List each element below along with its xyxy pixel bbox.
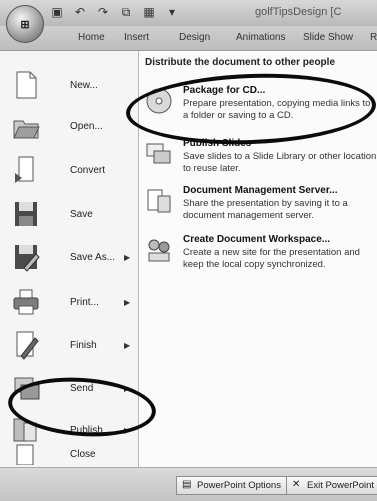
ribbon-tabs: Home Insert Design Animations Slide Show…	[0, 26, 377, 51]
options-icon: ▤	[182, 479, 192, 490]
menu-item-label: Publish	[70, 424, 103, 436]
menu-item-open[interactable]: Open...	[0, 104, 138, 148]
tab-insert[interactable]: Insert	[124, 32, 149, 43]
menu-item-close[interactable]: Close	[0, 441, 138, 467]
option-description: Prepare presentation, copying media link…	[183, 98, 371, 121]
menu-item-label: Finish	[70, 339, 97, 351]
option-title: Create Document Workspace...	[183, 234, 331, 245]
office-menu: New... Open... Convert Save Save As... ▶…	[0, 51, 377, 467]
submenu-arrow-icon: ▶	[124, 383, 131, 393]
tab-animations[interactable]: Animations	[236, 32, 285, 43]
publish-submenu: Distribute the document to other people …	[139, 51, 377, 467]
powerpoint-options-label: PowerPoint Options	[197, 480, 281, 491]
option-description: Share the presentation by saving it to a…	[183, 198, 348, 221]
menu-item-send[interactable]: Send ▶	[0, 366, 138, 410]
menu-item-print[interactable]: Print... ▶	[0, 280, 138, 324]
exit-x-icon: ✕	[292, 479, 301, 490]
slides-icon[interactable]: ⧉	[119, 5, 133, 19]
submenu-arrow-icon: ▶	[124, 297, 131, 307]
submenu-arrow-icon: ▶	[124, 425, 131, 435]
menu-item-label: New...	[70, 79, 98, 91]
tab-design[interactable]: Design	[179, 32, 210, 43]
workspace-icon	[148, 239, 170, 262]
option-document-management-server[interactable]: Document Management Server... Share the …	[145, 185, 377, 231]
menu-item-finish[interactable]: Finish ▶	[0, 323, 138, 367]
save-disk-icon	[15, 202, 37, 226]
option-publish-slides[interactable]: Publish Slides Save slides to a Slide Li…	[145, 138, 377, 180]
office-logo-icon: ⊞	[20, 18, 30, 31]
option-title: Document Management Server...	[183, 185, 338, 196]
tab-slide-show[interactable]: Slide Show	[303, 32, 353, 43]
tab-review[interactable]: R	[370, 32, 377, 43]
exit-powerpoint-label: Exit PowerPoint	[307, 480, 375, 491]
submenu-arrow-icon: ▶	[124, 252, 131, 262]
printer-icon	[13, 289, 39, 315]
new-document-icon	[16, 71, 37, 99]
menu-footer: ▤ PowerPoint Options ✕ Exit PowerPoint	[0, 467, 377, 501]
document-server-icon	[147, 189, 171, 213]
menu-left-pane: New... Open... Convert Save Save As... ▶…	[0, 51, 139, 467]
close-document-icon	[16, 444, 34, 465]
cd-icon	[146, 88, 172, 114]
option-description: Create a new site for the presentation a…	[183, 247, 360, 270]
open-folder-icon	[13, 120, 40, 139]
save-icon[interactable]: ▣	[50, 5, 64, 19]
menu-item-label: Close	[70, 448, 96, 460]
redo-icon[interactable]: ↷	[96, 5, 110, 19]
option-title: Publish Slides	[183, 138, 252, 149]
quick-access-toolbar: ▣ ↶ ↷ ⧉ ▦ ▾	[50, 5, 179, 20]
save-as-icon	[15, 245, 40, 272]
option-package-for-cd[interactable]: Package for CD... Prepare presentation, …	[145, 85, 377, 127]
menu-item-label: Send	[70, 382, 94, 394]
menu-item-label: Open...	[70, 120, 103, 132]
presentation-icon[interactable]: ▦	[142, 5, 156, 19]
menu-item-label: Convert	[70, 164, 106, 176]
menu-item-label: Save	[70, 208, 93, 220]
menu-item-new[interactable]: New...	[0, 63, 138, 107]
publish-slides-icon	[146, 143, 171, 164]
option-title: Package for CD...	[183, 85, 266, 96]
customize-dropdown-icon[interactable]: ▾	[165, 5, 179, 19]
menu-item-convert[interactable]: Convert	[0, 148, 138, 192]
convert-icon	[15, 156, 34, 183]
send-icon	[14, 377, 40, 400]
menu-item-label: Print...	[70, 296, 99, 308]
exit-powerpoint-button[interactable]: ✕ Exit PowerPoint	[286, 476, 377, 495]
tab-home[interactable]: Home	[78, 32, 105, 43]
submenu-heading: Distribute the document to other people	[145, 57, 336, 68]
office-button[interactable]: ⊞	[6, 5, 44, 43]
option-create-document-workspace[interactable]: Create Document Workspace... Create a ne…	[145, 234, 377, 280]
menu-item-save[interactable]: Save	[0, 192, 138, 236]
menu-item-save-as[interactable]: Save As... ▶	[0, 235, 138, 279]
option-description: Save slides to a Slide Library or other …	[183, 151, 377, 174]
menu-item-label: Save As...	[70, 251, 116, 263]
window-title: golfTipsDesign [C	[255, 6, 342, 18]
submenu-arrow-icon: ▶	[124, 340, 131, 350]
undo-icon[interactable]: ↶	[73, 5, 87, 19]
title-bar: ▣ ↶ ↷ ⧉ ▦ ▾ golfTipsDesign [C	[0, 0, 377, 26]
powerpoint-options-button[interactable]: ▤ PowerPoint Options	[176, 476, 288, 495]
finish-pen-icon	[16, 331, 39, 360]
